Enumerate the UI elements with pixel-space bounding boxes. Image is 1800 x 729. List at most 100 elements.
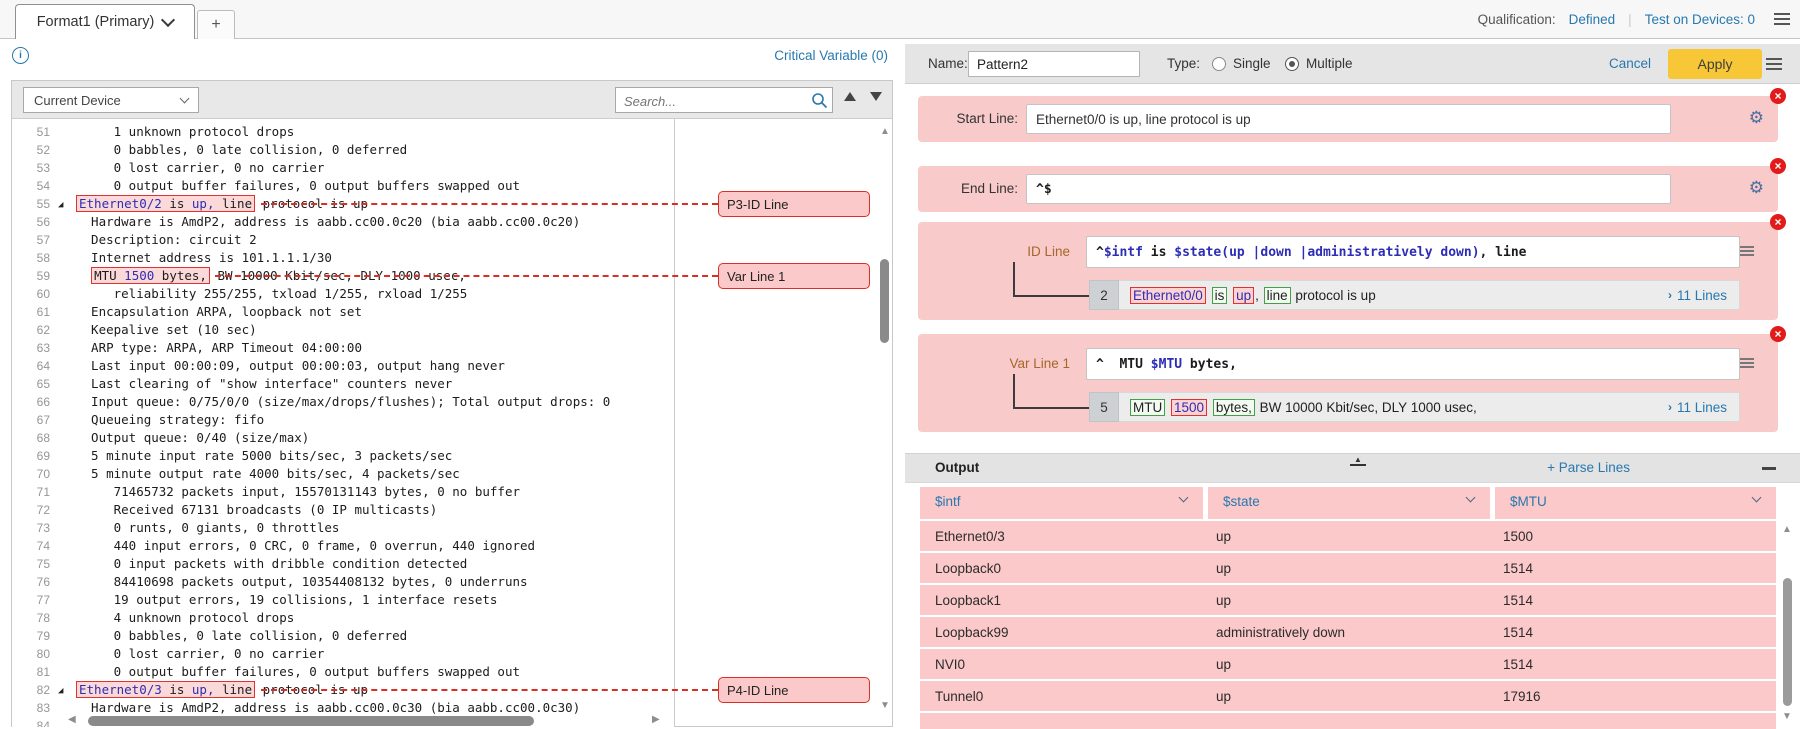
remove-id-line-icon[interactable]: ×: [1770, 214, 1786, 230]
code-line: 65 Last clearing of "show interface" cou…: [12, 375, 674, 393]
var-line-match-row[interactable]: 5 MTU 1500 bytes, BW 10000 Kbit/sec, DLY…: [1118, 392, 1740, 422]
code-line: 78 4 unknown protocol drops: [12, 609, 674, 627]
radio-single[interactable]: [1212, 57, 1226, 71]
test-on-devices-link[interactable]: Test on Devices: 0: [1645, 12, 1755, 27]
table-cell: Loopback0: [935, 553, 1001, 583]
end-line-input[interactable]: ^$: [1026, 174, 1671, 204]
table-row[interactable]: Loopback99administratively down1514: [920, 617, 1776, 647]
minimize-icon[interactable]: [1762, 467, 1776, 470]
radio-single-label[interactable]: Single: [1233, 56, 1271, 71]
table-row[interactable]: Ethernet0/3up1500: [920, 521, 1776, 551]
line-number: 74: [12, 537, 50, 555]
annotation-label[interactable]: P3-ID Line: [718, 191, 870, 217]
column-header-label: $state: [1223, 494, 1260, 509]
code-viewer[interactable]: 51 1 unknown protocol drops52 0 babbles,…: [12, 119, 675, 727]
hscroll-thumb[interactable]: [88, 716, 534, 726]
column-header-mtu[interactable]: $MTU: [1495, 487, 1776, 519]
parse-lines-link[interactable]: + Parse Lines: [1547, 460, 1630, 475]
device-select-value: Current Device: [34, 93, 121, 108]
id-line-regex-input[interactable]: ^$intf is $state(up |down |administrativ…: [1086, 236, 1740, 268]
line-number: 55: [12, 195, 50, 213]
column-header-state[interactable]: $state: [1208, 487, 1490, 519]
code-line: 63 ARP type: ARPA, ARP Timeout 04:00:00: [12, 339, 674, 357]
cancel-button[interactable]: Cancel: [1609, 56, 1651, 71]
var-line-menu-icon[interactable]: [1740, 358, 1754, 360]
code-line-text: 5 minute output rate 4000 bits/sec, 4 pa…: [76, 465, 460, 483]
collapse-marker-icon[interactable]: ◢: [58, 196, 63, 214]
annotation-label[interactable]: P4-ID Line: [718, 677, 870, 703]
table-scroll-down-icon[interactable]: ▼: [1782, 712, 1792, 722]
var-line-expand[interactable]: › 11 Lines: [1668, 393, 1727, 421]
line-number: 54: [12, 177, 50, 195]
var-line-regex-input[interactable]: ^ MTU $MTU bytes,: [1086, 348, 1740, 380]
vscroll-thumb[interactable]: [880, 259, 889, 343]
line-number: 78: [12, 609, 50, 627]
var-line-label: Var Line 1: [950, 356, 1070, 371]
table-cell: up: [1216, 521, 1231, 551]
line-number: 68: [12, 429, 50, 447]
code-line-text: Queueing strategy: fifo: [76, 411, 264, 429]
table-scroll-thumb[interactable]: [1783, 578, 1792, 706]
line-number: 61: [12, 303, 50, 321]
code-line-text: 1 unknown protocol drops: [76, 123, 294, 141]
remove-start-line-icon[interactable]: ×: [1770, 88, 1786, 104]
remove-var-line-icon[interactable]: ×: [1770, 326, 1786, 342]
gear-icon[interactable]: ⚙: [1749, 108, 1764, 128]
column-header-intf[interactable]: $intf: [920, 487, 1203, 519]
start-line-input[interactable]: Ethernet0/0 is up, line protocol is up: [1026, 104, 1671, 134]
name-label: Name:: [928, 56, 968, 71]
line-number: 70: [12, 465, 50, 483]
table-row[interactable]: Loopback0up1514: [920, 553, 1776, 583]
vscroll-down-icon[interactable]: ▼: [880, 701, 890, 711]
output-title: Output: [935, 460, 979, 475]
code-line-text: 5 minute input rate 5000 bits/sec, 3 pac…: [76, 447, 452, 465]
id-line-menu-icon[interactable]: [1740, 246, 1754, 248]
code-line-text: Description: circuit 2: [76, 231, 257, 249]
code-line: 76 84410698 packets output, 10354408132 …: [12, 573, 674, 591]
line-number: 76: [12, 573, 50, 591]
radio-multiple[interactable]: [1285, 57, 1299, 71]
qualification-value-link[interactable]: Defined: [1569, 12, 1616, 27]
menu-icon[interactable]: [1774, 13, 1790, 15]
code-line: 51 1 unknown protocol drops: [12, 123, 674, 141]
id-line-match-row[interactable]: 2 Ethernet0/0 is up, line protocol is up…: [1118, 280, 1740, 310]
id-line-expand[interactable]: › 11 Lines: [1668, 281, 1727, 309]
remove-end-line-icon[interactable]: ×: [1770, 158, 1786, 174]
line-number: 73: [12, 519, 50, 537]
tab-format1[interactable]: Format1 (Primary): [15, 4, 195, 39]
annotation-label[interactable]: Var Line 1: [718, 263, 870, 289]
collapse-handle-icon[interactable]: ▲: [1350, 455, 1366, 466]
matched-text-highlight: MTU 1500 bytes,: [91, 267, 210, 284]
gear-icon[interactable]: ⚙: [1749, 178, 1764, 198]
var-line-block: Var Line 1 ^ MTU $MTU bytes, 5 MTU 1500 …: [918, 334, 1778, 432]
code-line-text: 0 lost carrier, 0 no carrier: [76, 645, 324, 663]
match-line-number: 2: [1089, 280, 1119, 310]
lines-count-label: 11 Lines: [1677, 400, 1727, 415]
search-next-button[interactable]: [870, 92, 882, 101]
code-line-text: Internet address is 101.1.1.1/30: [76, 249, 332, 267]
hscroll-left-icon[interactable]: ◀: [68, 715, 76, 725]
search-prev-button[interactable]: [844, 92, 856, 101]
annotation-connector: [261, 689, 718, 691]
table-scroll-up-icon[interactable]: ▲: [1782, 525, 1792, 535]
apply-button[interactable]: Apply: [1668, 49, 1762, 79]
pattern-name-input[interactable]: [968, 51, 1140, 77]
table-row[interactable]: Tunnel0up17916: [920, 681, 1776, 711]
table-row[interactable]: NVI0up1514: [920, 649, 1776, 679]
start-line-value: Ethernet0/0 is up, line protocol is up: [1036, 112, 1251, 127]
search-input[interactable]: [622, 89, 804, 113]
radio-multiple-label[interactable]: Multiple: [1306, 56, 1353, 71]
device-select[interactable]: Current Device: [23, 87, 199, 113]
code-line: 64 Last input 00:00:09, output 00:00:03,…: [12, 357, 674, 375]
chevron-right-icon: ›: [1668, 288, 1672, 302]
table-row[interactable]: Loopback1up1514: [920, 585, 1776, 615]
table-cell: 1514: [1503, 553, 1533, 583]
search-icon[interactable]: [811, 92, 828, 109]
critical-variable-link[interactable]: Critical Variable (0): [774, 48, 888, 63]
info-icon[interactable]: i: [12, 47, 29, 64]
add-tab-button[interactable]: +: [197, 10, 235, 39]
hscroll-right-icon[interactable]: ▶: [652, 715, 660, 725]
vscroll-up-icon[interactable]: ▲: [880, 127, 890, 137]
pattern-menu-icon[interactable]: [1766, 58, 1782, 60]
collapse-marker-icon[interactable]: ◢: [58, 682, 63, 700]
